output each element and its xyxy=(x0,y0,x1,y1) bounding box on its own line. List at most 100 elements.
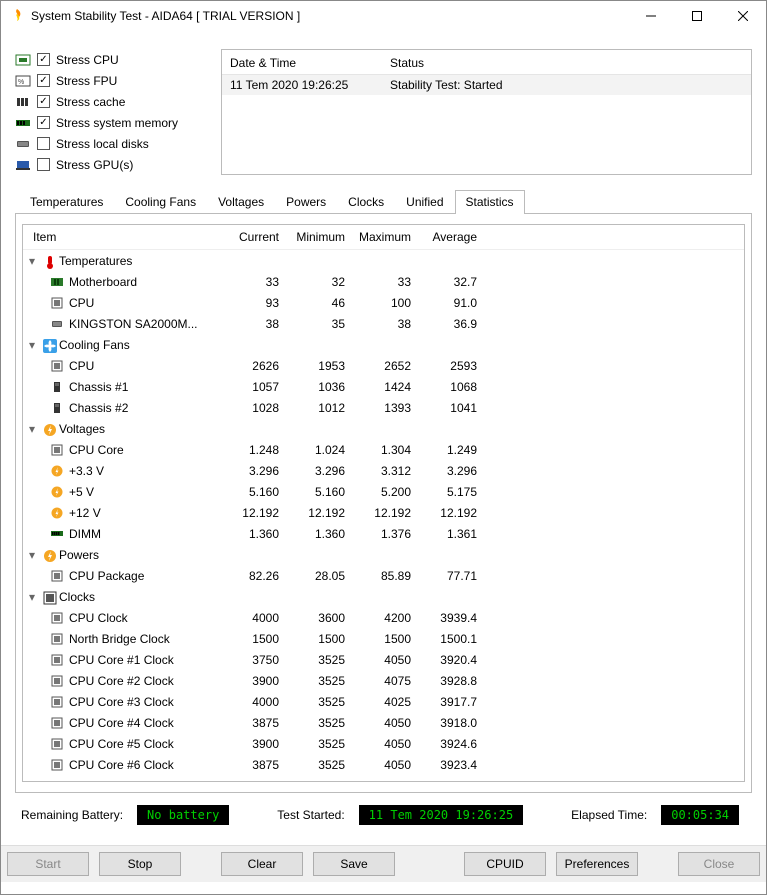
stats-current: 3900 xyxy=(223,674,289,688)
stress-option[interactable]: %Stress FPU xyxy=(15,70,211,91)
stress-option[interactable]: Stress GPU(s) xyxy=(15,154,211,175)
stress-option[interactable]: Stress system memory xyxy=(15,112,211,133)
tab-cooling-fans[interactable]: Cooling Fans xyxy=(114,190,207,214)
stats-row[interactable]: CPU Core #5 Clock3900352540503924.6 xyxy=(23,733,744,754)
close-dialog-button[interactable]: Close xyxy=(678,852,760,876)
stats-minimum: 1036 xyxy=(289,380,355,394)
stats-maximum: 1500 xyxy=(355,632,421,646)
stats-row[interactable]: CPU Clock4000360042003939.4 xyxy=(23,607,744,628)
stats-maximum: 1393 xyxy=(355,401,421,415)
stats-minimum: 3.296 xyxy=(289,464,355,478)
collapse-icon[interactable]: ▾ xyxy=(29,254,39,268)
ssd-icon xyxy=(51,318,63,330)
stats-current: 4000 xyxy=(223,611,289,625)
stress-option-label: Stress system memory xyxy=(56,116,178,130)
stress-option-label: Stress CPU xyxy=(56,53,119,67)
collapse-icon[interactable]: ▾ xyxy=(29,590,39,604)
tab-bar: TemperaturesCooling FansVoltagesPowersCl… xyxy=(15,189,752,214)
tab-unified[interactable]: Unified xyxy=(395,190,454,214)
stats-row[interactable]: CPU Package82.2628.0585.8977.71 xyxy=(23,565,744,586)
stats-current: 4000 xyxy=(223,695,289,709)
dimm-icon xyxy=(51,528,63,540)
tab-voltages[interactable]: Voltages xyxy=(207,190,275,214)
chip-icon xyxy=(51,570,63,582)
tab-clocks[interactable]: Clocks xyxy=(337,190,395,214)
stats-current: 82.26 xyxy=(223,569,289,583)
stats-maximum: 4050 xyxy=(355,737,421,751)
stats-row[interactable]: +5 V5.1605.1605.2005.175 xyxy=(23,481,744,502)
log-header-status: Status xyxy=(390,56,743,70)
tab-statistics[interactable]: Statistics xyxy=(455,190,525,214)
stats-item-name: CPU Clock xyxy=(69,611,128,625)
maximize-button[interactable] xyxy=(674,1,720,31)
checkbox-icon[interactable] xyxy=(37,95,50,108)
stats-group[interactable]: ▾Cooling Fans xyxy=(23,334,744,355)
checkbox-icon[interactable] xyxy=(37,74,50,87)
stats-group[interactable]: ▾CPU xyxy=(23,775,744,782)
stats-item-name: Chassis #1 xyxy=(69,380,128,394)
stats-row[interactable]: CPU2626195326522593 xyxy=(23,355,744,376)
stats-row[interactable]: CPU Core #1 Clock3750352540503920.4 xyxy=(23,649,744,670)
stats-minimum: 32 xyxy=(289,275,355,289)
stats-row[interactable]: CPU934610091.0 xyxy=(23,292,744,313)
stats-row[interactable]: +12 V12.19212.19212.19212.192 xyxy=(23,502,744,523)
stats-row[interactable]: CPU Core #4 Clock3875352540503918.0 xyxy=(23,712,744,733)
volt-s-icon xyxy=(51,486,63,498)
chip-icon xyxy=(51,696,63,708)
stats-row[interactable]: Chassis #21028101213931041 xyxy=(23,397,744,418)
stats-row[interactable]: Motherboard33323332.7 xyxy=(23,271,744,292)
start-button[interactable]: Start xyxy=(7,852,89,876)
stats-row[interactable]: North Bridge Clock1500150015001500.1 xyxy=(23,628,744,649)
stats-row[interactable]: CPU Core1.2481.0241.3041.249 xyxy=(23,439,744,460)
save-button[interactable]: Save xyxy=(313,852,395,876)
stats-minimum: 3525 xyxy=(289,737,355,751)
stats-current: 38 xyxy=(223,317,289,331)
collapse-icon[interactable]: ▾ xyxy=(29,779,39,783)
tab-powers[interactable]: Powers xyxy=(275,190,337,214)
stats-row[interactable]: +3.3 V3.2963.2963.3123.296 xyxy=(23,460,744,481)
stress-option[interactable]: Stress cache xyxy=(15,91,211,112)
checkbox-icon[interactable] xyxy=(37,116,50,129)
stats-group[interactable]: ▾Temperatures xyxy=(23,250,744,271)
stats-group[interactable]: ▾Voltages xyxy=(23,418,744,439)
checkbox-icon[interactable] xyxy=(37,53,50,66)
stats-group[interactable]: ▾Clocks xyxy=(23,586,744,607)
chip-icon xyxy=(51,759,63,771)
stats-row[interactable]: CPU Core #2 Clock3900352540753928.8 xyxy=(23,670,744,691)
minimize-button[interactable] xyxy=(628,1,674,31)
stats-row[interactable]: KINGSTON SA2000M...38353836.9 xyxy=(23,313,744,334)
stress-option-label: Stress cache xyxy=(56,95,125,109)
stats-group[interactable]: ▾Powers xyxy=(23,544,744,565)
stats-average: 5.175 xyxy=(421,485,487,499)
stress-option[interactable]: Stress CPU xyxy=(15,49,211,70)
stress-option[interactable]: Stress local disks xyxy=(15,133,211,154)
stats-minimum: 46 xyxy=(289,296,355,310)
stats-row[interactable]: Chassis #11057103614241068 xyxy=(23,376,744,397)
chip-icon xyxy=(51,675,63,687)
stats-maximum: 33 xyxy=(355,275,421,289)
stats-item-name: CPU Core #5 Clock xyxy=(69,737,174,751)
log-row[interactable]: 11 Tem 2020 19:26:25 Stability Test: Sta… xyxy=(222,75,751,95)
cpuid-button[interactable]: CPUID xyxy=(464,852,546,876)
stats-minimum: 3525 xyxy=(289,674,355,688)
tab-temperatures[interactable]: Temperatures xyxy=(19,190,114,214)
checkbox-icon[interactable] xyxy=(37,158,50,171)
collapse-icon[interactable]: ▾ xyxy=(29,338,39,352)
stats-row[interactable]: CPU Core #3 Clock4000352540253917.7 xyxy=(23,691,744,712)
stats-row[interactable]: DIMM1.3601.3601.3761.361 xyxy=(23,523,744,544)
log-cell-status: Stability Test: Started xyxy=(390,78,743,92)
stop-button[interactable]: Stop xyxy=(99,852,181,876)
stats-maximum: 38 xyxy=(355,317,421,331)
preferences-button[interactable]: Preferences xyxy=(556,852,638,876)
test-started-value: 11 Tem 2020 19:26:25 xyxy=(359,805,524,825)
collapse-icon[interactable]: ▾ xyxy=(29,422,39,436)
stats-maximum: 4050 xyxy=(355,716,421,730)
stats-current: 1.248 xyxy=(223,443,289,457)
remaining-battery-label: Remaining Battery: xyxy=(21,808,123,822)
clear-button[interactable]: Clear xyxy=(221,852,303,876)
checkbox-icon[interactable] xyxy=(37,137,50,150)
collapse-icon[interactable]: ▾ xyxy=(29,548,39,562)
stats-row[interactable]: CPU Core #6 Clock3875352540503923.4 xyxy=(23,754,744,775)
chip-icon xyxy=(51,612,63,624)
close-button[interactable] xyxy=(720,1,766,31)
